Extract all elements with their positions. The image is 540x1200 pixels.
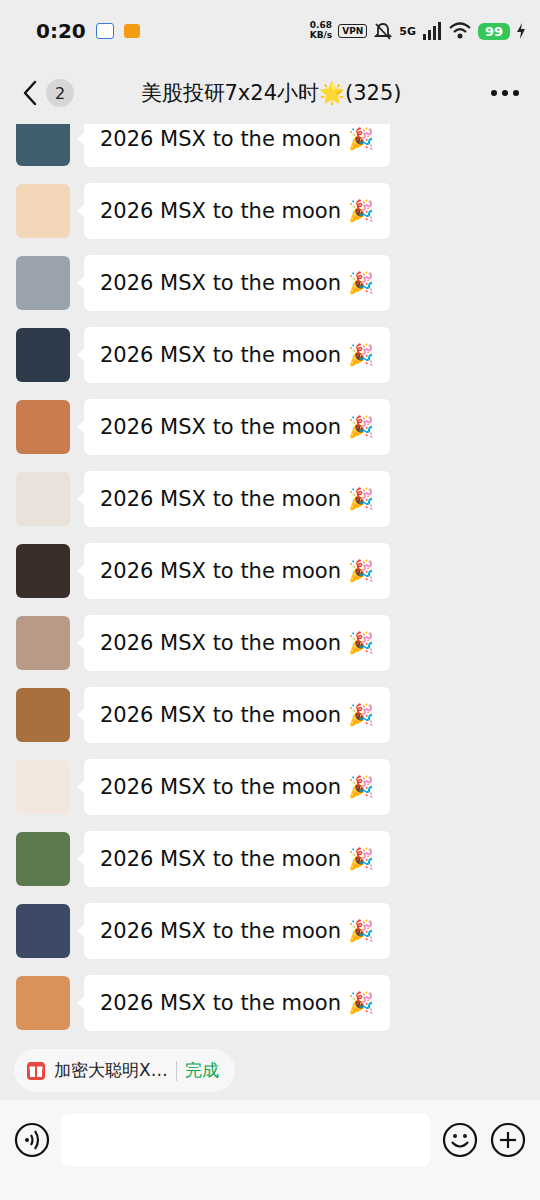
message-bubble[interactable]: 2026 MSX to the moon 🎉 — [84, 183, 390, 239]
message-row: 2026 MSX to the moon 🎉 — [16, 543, 524, 599]
signal-icon — [422, 22, 442, 40]
avatar-picture[interactable] — [16, 124, 70, 166]
message-bubble[interactable]: 2026 MSX to the moon 🎉 — [84, 903, 390, 959]
message-text: 2026 MSX to the moon 🎉 — [100, 415, 374, 439]
message-text: 2026 MSX to the moon 🎉 — [100, 199, 374, 223]
mute-icon — [373, 21, 393, 41]
message-row: 2026 MSX to the moon 🎉 — [16, 975, 524, 1031]
chat-screen: 0:20 0.68KB/s VPN 5G 99 2 美股投研7x24小时🌟(325) 2026… — [0, 0, 540, 1200]
message-text: 2026 MSX to the moon 🎉 — [100, 991, 374, 1015]
message-bubble[interactable]: 2026 MSX to the moon 🎉 — [84, 399, 390, 455]
message-text: 2026 MSX to the moon 🎉 — [100, 487, 374, 511]
message-row: 2026 MSX to the moon 🎉 — [16, 124, 524, 167]
avatar-picture[interactable] — [16, 976, 70, 1030]
message-bubble[interactable]: 2026 MSX to the moon 🎉 — [84, 687, 390, 743]
quote-chip[interactable]: 加密大聪明X… 完成 — [14, 1049, 235, 1092]
message-text: 2026 MSX to the moon 🎉 — [100, 775, 374, 799]
message-bubble[interactable]: 2026 MSX to the moon 🎉 — [84, 124, 390, 167]
message-bubble[interactable]: 2026 MSX to the moon 🎉 — [84, 975, 390, 1031]
avatar-picture[interactable] — [16, 616, 70, 670]
mail-icon — [96, 23, 114, 39]
message-row: 2026 MSX to the moon 🎉 — [16, 831, 524, 887]
battery-indicator: 99 — [478, 23, 510, 40]
avatar-picture[interactable] — [16, 760, 70, 814]
camera-app-icon — [124, 24, 140, 38]
bubble-tail — [77, 276, 85, 290]
network-speed: 0.68KB/s — [310, 21, 332, 41]
message-text: 2026 MSX to the moon 🎉 — [100, 559, 374, 583]
chat-title: 美股投研7x24小时🌟(325) — [122, 79, 420, 107]
chat-header: 2 美股投研7x24小时🌟(325) — [0, 62, 540, 124]
status-time: 0:20 — [36, 19, 86, 43]
charging-icon — [516, 23, 526, 39]
vpn-badge: VPN — [338, 24, 367, 38]
message-bubble[interactable]: 2026 MSX to the moon 🎉 — [84, 759, 390, 815]
bubble-tail — [77, 348, 85, 362]
bubble-tail — [77, 132, 85, 146]
message-text: 2026 MSX to the moon 🎉 — [100, 703, 374, 727]
message-row: 2026 MSX to the moon 🎉 — [16, 327, 524, 383]
bubble-tail — [77, 780, 85, 794]
wifi-icon — [448, 22, 472, 40]
message-text: 2026 MSX to the moon 🎉 — [100, 847, 374, 871]
message-row: 2026 MSX to the moon 🎉 — [16, 759, 524, 815]
message-row: 2026 MSX to the moon 🎉 — [16, 903, 524, 959]
gift-icon — [26, 1061, 46, 1081]
bubble-tail — [77, 996, 85, 1010]
avatar-picture[interactable] — [16, 688, 70, 742]
message-bubble[interactable]: 2026 MSX to the moon 🎉 — [84, 615, 390, 671]
message-bubble[interactable]: 2026 MSX to the moon 🎉 — [84, 327, 390, 383]
avatar-picture[interactable] — [16, 328, 70, 382]
bubble-tail — [77, 924, 85, 938]
quote-text: 加密大聪明X… — [54, 1059, 168, 1082]
avatar-picture[interactable] — [16, 472, 70, 526]
message-text: 2026 MSX to the moon 🎉 — [100, 271, 374, 295]
chip-divider — [176, 1061, 177, 1081]
avatar-picture[interactable] — [16, 400, 70, 454]
message-input[interactable] — [62, 1114, 430, 1166]
message-row: 2026 MSX to the moon 🎉 — [16, 687, 524, 743]
message-bubble[interactable]: 2026 MSX to the moon 🎉 — [84, 831, 390, 887]
back-button[interactable]: 2 — [22, 79, 122, 107]
input-bar — [0, 1100, 540, 1200]
quote-bar: 加密大聪明X… 完成 — [0, 1039, 540, 1100]
done-button[interactable]: 完成 — [185, 1059, 219, 1082]
message-list: 2026 MSX to the moon 🎉 2026 MSX to the mo… — [0, 124, 540, 1039]
bubble-tail — [77, 852, 85, 866]
message-row: 2026 MSX to the moon 🎉 — [16, 399, 524, 455]
message-text: 2026 MSX to the moon 🎉 — [100, 343, 374, 367]
message-text: 2026 MSX to the moon 🎉 — [100, 919, 374, 943]
back-arrow-icon — [22, 80, 38, 106]
voice-icon[interactable] — [14, 1122, 50, 1158]
message-row: 2026 MSX to the moon 🎉 — [16, 471, 524, 527]
bubble-tail — [77, 708, 85, 722]
avatar-picture[interactable] — [16, 184, 70, 238]
bubble-tail — [77, 636, 85, 650]
bubble-tail — [77, 564, 85, 578]
network-type: 5G — [399, 25, 416, 38]
more-icon[interactable] — [490, 89, 520, 97]
avatar-picture[interactable] — [16, 544, 70, 598]
message-row: 2026 MSX to the moon 🎉 — [16, 615, 524, 671]
message-row: 2026 MSX to the moon 🎉 — [16, 183, 524, 239]
avatar-picture[interactable] — [16, 904, 70, 958]
bubble-tail — [77, 420, 85, 434]
message-bubble[interactable]: 2026 MSX to the moon 🎉 — [84, 255, 390, 311]
message-bubble[interactable]: 2026 MSX to the moon 🎉 — [84, 471, 390, 527]
plus-icon[interactable] — [490, 1122, 526, 1158]
emoji-icon[interactable] — [442, 1122, 478, 1158]
avatar-picture[interactable] — [16, 832, 70, 886]
avatar-picture[interactable] — [16, 256, 70, 310]
message-row: 2026 MSX to the moon 🎉 — [16, 255, 524, 311]
message-bubble[interactable]: 2026 MSX to the moon 🎉 — [84, 543, 390, 599]
status-bar: 0:20 0.68KB/s VPN 5G 99 — [0, 0, 540, 62]
message-text: 2026 MSX to the moon 🎉 — [100, 631, 374, 655]
bubble-tail — [77, 204, 85, 218]
message-text: 2026 MSX to the moon 🎉 — [100, 127, 374, 151]
unread-badge: 2 — [46, 79, 74, 107]
bubble-tail — [77, 492, 85, 506]
